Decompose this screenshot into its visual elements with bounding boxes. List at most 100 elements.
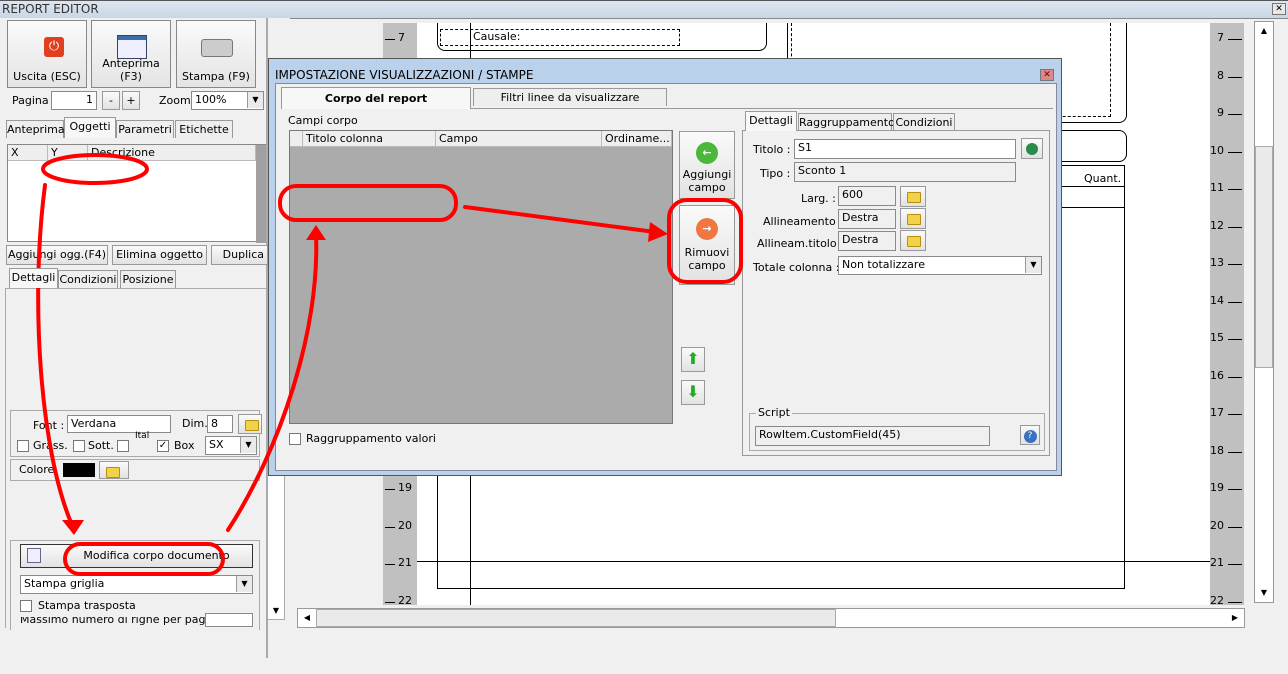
grid-select[interactable]: Stampa griglia ▼ <box>20 575 253 594</box>
help-icon[interactable]: ? <box>1020 425 1040 445</box>
scroll-left-icon[interactable]: ◀ <box>298 609 316 627</box>
dim-input[interactable]: 8 <box>207 415 233 433</box>
ruler-tick <box>1228 189 1242 190</box>
zoom-select[interactable]: 100% ▼ <box>191 91 264 110</box>
preview-button[interactable]: Anteprima (F3) <box>91 20 171 88</box>
underline-label: Sott. <box>88 439 114 452</box>
vertical-scrollbar[interactable]: ▲ ▼ <box>1254 21 1274 603</box>
tab-dettagli[interactable]: Dettagli <box>9 268 58 288</box>
delete-object-button[interactable]: Elimina oggetto <box>112 245 207 265</box>
ruler-tick <box>1228 226 1242 228</box>
col-header-campo[interactable]: Campo <box>436 131 602 147</box>
larg-field: 600 <box>838 186 896 206</box>
move-down-icon[interactable]: ⬇ <box>681 380 705 405</box>
tab-parametri[interactable]: Parametri <box>116 120 174 138</box>
ruler-tick <box>1228 151 1242 153</box>
ruler-label: 22 <box>1210 593 1224 607</box>
transposed-checkbox[interactable] <box>20 600 32 612</box>
col-header-ordinamento[interactable]: Ordiname... <box>602 131 672 147</box>
ruler-tick <box>1228 451 1242 453</box>
edit-body-button[interactable]: Modifica corpo documento <box>20 544 253 568</box>
causale-label: Causale: <box>473 30 521 43</box>
color-swatch[interactable] <box>63 463 95 477</box>
titolo-input[interactable]: S1 <box>794 139 1016 159</box>
duplicate-button[interactable]: Duplica <box>211 245 268 265</box>
tab-etichette[interactable]: Etichette <box>175 120 233 138</box>
grouping-values-checkbox[interactable] <box>289 433 301 445</box>
ruler-tick <box>1228 489 1242 490</box>
scroll-up-icon[interactable]: ▲ <box>1255 22 1273 40</box>
tab-raggruppamento[interactable]: Raggruppamento <box>798 113 895 131</box>
ruler-tick <box>385 601 395 603</box>
ruler-label: 9 <box>1217 106 1224 119</box>
vscroll-thumb[interactable] <box>1255 146 1273 368</box>
align-select[interactable]: SX ▼ <box>205 436 257 455</box>
script-field: RowItem.CustomField(45) <box>755 426 990 446</box>
printer-icon <box>201 39 233 57</box>
close-icon[interactable]: ✕ <box>1272 3 1286 15</box>
larg-folder-icon[interactable] <box>900 186 926 207</box>
remove-field-button[interactable]: → Rimuovi campo <box>679 205 735 285</box>
table-scrollbar[interactable] <box>256 145 266 243</box>
tab-condizioni[interactable]: Condizioni <box>58 270 118 288</box>
fields-label: Campi corpo <box>288 114 358 127</box>
quant-header: Quant. <box>1084 172 1122 185</box>
body-group: Modifica corpo documento Stampa griglia ▼… <box>10 540 260 630</box>
totale-value: Non totalizzare <box>842 258 925 271</box>
ruler-label: 8 <box>1217 68 1224 82</box>
tab-condizioni-campo[interactable]: Condizioni <box>893 113 955 131</box>
exit-button[interactable]: ⏻ Uscita (ESC) <box>7 20 87 88</box>
scroll-right-icon[interactable]: ▶ <box>1226 609 1244 627</box>
scroll-down-icon[interactable]: ▼ <box>1255 584 1273 602</box>
page-minus-button[interactable]: - <box>102 91 120 110</box>
ruler-tick <box>1228 526 1242 528</box>
zoom-value: 100% <box>195 93 227 106</box>
zoom-label: Zoom <box>159 94 191 107</box>
box-checkbox[interactable]: ✓ <box>157 440 169 452</box>
page-plus-button[interactable]: + <box>122 91 140 110</box>
field-details-pane: Titolo : S1 Tipo : Sconto 1 Larg. : 600 … <box>742 130 1050 456</box>
bold-checkbox[interactable] <box>17 440 29 452</box>
ruler-label: 14 <box>1210 293 1224 307</box>
col-header-descrizione[interactable]: Descrizione <box>88 145 256 161</box>
move-up-icon[interactable]: ⬆ <box>681 347 705 372</box>
tab-corpo-report[interactable]: Corpo del report <box>281 87 471 109</box>
tab-posizione[interactable]: Posizione <box>120 270 176 288</box>
ruler-tick <box>1228 414 1242 415</box>
tab-dettagli-campo[interactable]: Dettagli <box>745 111 797 131</box>
tab-filtri-linee[interactable]: Filtri linee da visualizzare <box>473 88 667 106</box>
ruler-tick <box>1228 376 1242 378</box>
dialog-close-icon[interactable]: ✕ <box>1040 69 1054 81</box>
add-object-button[interactable]: Aggiungi ogg.(F4) <box>6 245 108 265</box>
ruler-tick <box>1228 76 1242 78</box>
col-header-x[interactable]: X <box>8 145 48 161</box>
ruler-label: 21 <box>398 556 412 569</box>
font-folder-icon[interactable] <box>238 414 262 434</box>
hscroll-thumb[interactable] <box>316 609 836 627</box>
tab-oggetti[interactable]: Oggetti <box>64 117 116 138</box>
print-label: Stampa (F9) <box>182 70 250 83</box>
col-header-titolo[interactable]: Titolo colonna <box>303 131 436 147</box>
totale-select[interactable]: Non totalizzare ▼ <box>838 256 1042 275</box>
max-rows-input[interactable] <box>205 613 253 627</box>
ruler-label: 19 <box>1210 481 1224 494</box>
causale-field[interactable]: Causale: <box>440 29 680 46</box>
underline-checkbox[interactable] <box>73 440 85 452</box>
allineam-titolo-folder-icon[interactable] <box>900 230 926 251</box>
ruler-tick <box>385 39 395 40</box>
allineamento-folder-icon[interactable] <box>900 208 926 229</box>
chevron-down-icon: ▼ <box>240 437 256 453</box>
print-button[interactable]: Stampa (F9) <box>176 20 256 88</box>
font-input[interactable]: Verdana <box>67 415 171 433</box>
italic-checkbox[interactable] <box>117 440 129 452</box>
ruler-tick <box>1228 39 1242 40</box>
font-group: Font : Verdana Dim. 8 Grass. Sott. Ital … <box>10 410 262 457</box>
tab-anteprima[interactable]: Anteprima <box>6 120 65 138</box>
ruler-label: 20 <box>398 518 412 532</box>
horizontal-scrollbar[interactable]: ◀ ▶ <box>297 608 1245 628</box>
page-input[interactable]: 1 <box>51 91 97 110</box>
color-folder-icon[interactable] <box>99 461 129 479</box>
globe-icon[interactable] <box>1021 138 1043 159</box>
add-field-button[interactable]: ← Aggiungi campo <box>679 131 735 199</box>
col-header-y[interactable]: Y <box>48 145 88 161</box>
